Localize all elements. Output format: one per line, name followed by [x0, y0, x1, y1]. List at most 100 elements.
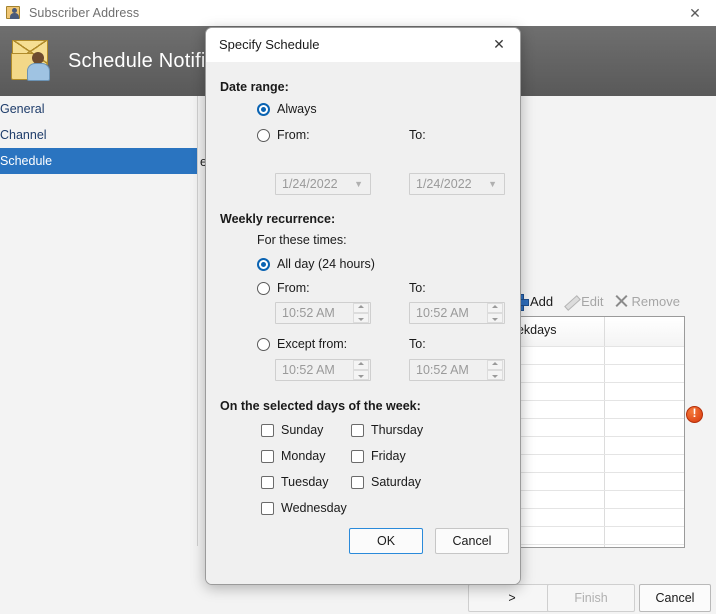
except-from-radio[interactable]: Except from: [257, 337, 347, 351]
weekly-recurrence-heading: Weekly recurrence: [220, 212, 336, 226]
dialog-cancel-button-label: Cancel [452, 534, 492, 548]
sidebar-item-general[interactable]: General [0, 96, 197, 122]
checkbox-label: Friday [371, 449, 406, 463]
dialog-close-icon[interactable]: ✕ [478, 28, 520, 62]
date-range-to-input[interactable]: 1/24/2022 ▼ [409, 173, 505, 195]
checkbox-wednesday[interactable]: Wednesday [261, 501, 347, 515]
close-icon[interactable]: ✕ [674, 0, 716, 26]
except-from-input[interactable]: 10:52 AM [275, 359, 371, 381]
spinner-icon[interactable] [353, 303, 369, 323]
finish-button-label: Finish [574, 591, 608, 605]
grid-row-line [506, 508, 684, 509]
error-icon [686, 406, 703, 423]
next-button[interactable]: > [468, 584, 556, 612]
date-range-from-value: 1/24/2022 [282, 177, 338, 191]
sidebar-item-label: Channel [0, 128, 47, 142]
edit-button[interactable]: Edit [563, 294, 603, 309]
times-from-value: 10:52 AM [282, 306, 335, 320]
chevron-down-icon: ▼ [488, 179, 497, 189]
cancel-button-label: Cancel [655, 591, 695, 605]
checkbox-label: Monday [281, 449, 326, 463]
grid-toolbar: Add Edit Remove [512, 290, 680, 312]
grid-row-line [506, 454, 684, 455]
spinner-icon[interactable] [487, 360, 503, 380]
checkbox-icon [261, 501, 274, 515]
times-to-input[interactable]: 10:52 AM [409, 302, 505, 324]
radio-label: Always [277, 102, 317, 116]
next-button-label: > [508, 591, 516, 605]
radio-label: All day (24 hours) [277, 257, 375, 271]
edit-button-label: Edit [581, 293, 604, 309]
checkbox-sunday[interactable]: Sunday [261, 423, 323, 437]
radio-icon [257, 128, 270, 142]
app-root: Subscriber Address ✕ Schedule Notificati… [0, 0, 716, 614]
times-to-label: To: [409, 281, 426, 295]
chevron-down-icon: ▼ [354, 179, 363, 189]
finish-button[interactable]: Finish [547, 584, 635, 612]
checkbox-label: Sunday [281, 423, 324, 437]
window-titlebar: Subscriber Address ✕ [0, 0, 716, 26]
times-to-value: 10:52 AM [416, 306, 469, 320]
remove-button-label: Remove [631, 293, 680, 309]
all-day-radio[interactable]: All day (24 hours) [257, 257, 375, 271]
checkbox-icon [261, 449, 274, 463]
remove-button[interactable]: Remove [614, 294, 680, 309]
dialog-footer: OK Cancel [206, 515, 520, 584]
except-from-value: 10:52 AM [282, 363, 335, 377]
spinner-icon[interactable] [487, 303, 503, 323]
ok-button[interactable]: OK [349, 528, 423, 554]
except-to-label: To: [409, 337, 426, 351]
sidebar-item-label: General [0, 102, 45, 116]
cancel-button[interactable]: Cancel [639, 584, 711, 612]
grid-row-line [506, 346, 684, 347]
dialog-cancel-button[interactable]: Cancel [435, 528, 509, 554]
dialog-titlebar: Specify Schedule ✕ [206, 28, 520, 62]
date-range-heading: Date range: [220, 80, 289, 94]
spinner-icon[interactable] [353, 360, 369, 380]
times-from-radio[interactable]: From: [257, 281, 310, 295]
checkbox-thursday[interactable]: Thursday [351, 423, 423, 437]
grid-row-line [506, 436, 684, 437]
except-to-value: 10:52 AM [416, 363, 469, 377]
window-title: Subscriber Address [29, 6, 140, 20]
contact-card-icon [6, 5, 22, 21]
grid-row-line [506, 472, 684, 473]
for-these-times-label: For these times: [257, 233, 347, 247]
date-range-to-label: To: [409, 128, 426, 142]
checkbox-friday[interactable]: Friday [351, 449, 406, 463]
add-button-label: Add [530, 293, 554, 309]
checkbox-label: Wednesday [281, 501, 347, 515]
sidebar: General Channel Schedule [0, 96, 197, 174]
grid-column-divider [604, 317, 605, 547]
date-range-from-radio[interactable]: From: [257, 128, 310, 142]
mail-subscriber-icon [10, 39, 56, 83]
ok-button-label: OK [376, 534, 396, 548]
checkbox-label: Thursday [371, 423, 424, 437]
radio-icon [257, 102, 270, 116]
sidebar-item-label: Schedule [0, 154, 53, 168]
radio-icon [257, 281, 270, 295]
times-from-input[interactable]: 10:52 AM [275, 302, 371, 324]
except-to-input[interactable]: 10:52 AM [409, 359, 505, 381]
checkbox-label: Tuesday [281, 475, 329, 489]
date-range-always-radio[interactable]: Always [257, 102, 317, 116]
grid-row-line [506, 418, 684, 419]
x-icon [614, 294, 629, 309]
pencil-icon [563, 294, 578, 309]
sidebar-item-channel[interactable]: Channel [0, 122, 197, 148]
grid-row-line [506, 490, 684, 491]
grid-row-line [506, 382, 684, 383]
sidebar-item-schedule[interactable]: Schedule [0, 148, 197, 174]
date-range-from-input[interactable]: 1/24/2022 ▼ [275, 173, 371, 195]
checkbox-saturday[interactable]: Saturday [351, 475, 421, 489]
grid-row-line [506, 400, 684, 401]
checkbox-icon [261, 423, 274, 437]
checkbox-icon [351, 423, 364, 437]
schedule-grid[interactable]: eekdays [505, 316, 685, 548]
sidebar-divider [197, 96, 198, 546]
checkbox-monday[interactable]: Monday [261, 449, 325, 463]
radio-icon [257, 337, 270, 351]
grid-row-line [506, 544, 684, 545]
checkbox-tuesday[interactable]: Tuesday [261, 475, 328, 489]
dialog-body: Date range: Always From: To: 1/24/2022 ▼… [206, 62, 520, 567]
